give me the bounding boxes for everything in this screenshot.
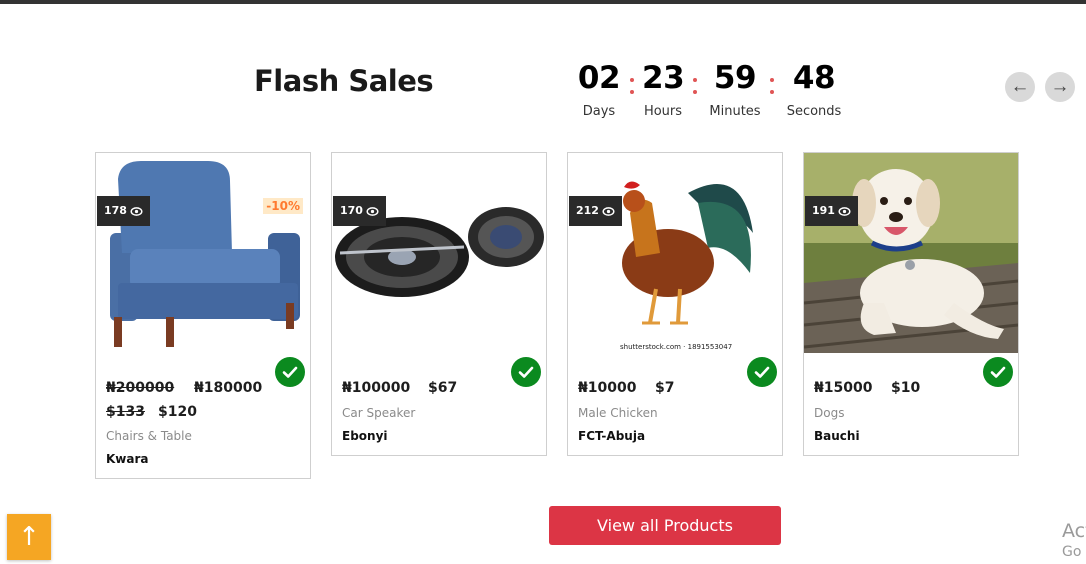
eye-icon (366, 206, 379, 216)
countdown-seconds: 48 Seconds (784, 58, 844, 119)
rooster-image (613, 181, 753, 325)
product-image-chicken[interactable]: shutterstock.com · 1891553047 212 (568, 153, 782, 353)
product-category: Car Speaker (342, 406, 416, 420)
arrow-up-icon: ↑ (18, 522, 40, 552)
verified-check-icon (511, 357, 541, 387)
product-location: Ebonyi (342, 429, 388, 443)
product-category: Male Chicken (578, 406, 658, 420)
countdown-separator (630, 78, 636, 102)
arrow-right-icon: → (1050, 76, 1070, 97)
countdown-minutes: 59 Minutes (708, 58, 762, 119)
eye-icon (130, 206, 143, 216)
discount-badge: -10% (263, 198, 303, 214)
image-watermark: shutterstock.com · 1891553047 (620, 343, 733, 351)
scroll-to-top-button[interactable]: ↑ (7, 514, 51, 560)
product-card[interactable]: 170 ₦100000 $67 Car Speaker Ebonyi (331, 152, 547, 456)
dog-image (804, 153, 1018, 353)
eye-icon (602, 206, 615, 216)
windows-activation-watermark: Act Go t (1062, 520, 1086, 562)
countdown-timer: 02 Days 23 Hours 59 Minutes 48 Seconds (576, 58, 846, 120)
view-all-products-button[interactable]: View all Products (549, 506, 781, 545)
activation-line-2: Go t (1062, 544, 1086, 560)
product-card[interactable]: 178 -10% ₦200000 ₦180000 $133 $120 Chair… (95, 152, 311, 479)
countdown-separator (693, 78, 699, 102)
arrow-left-icon: ← (1010, 76, 1030, 97)
product-category: Dogs (814, 406, 845, 420)
price-naira: ₦10000 (578, 380, 637, 396)
price-naira: ₦15000 (814, 380, 873, 396)
views-count: 212 (576, 204, 599, 217)
price-usd: $10 (891, 380, 921, 396)
countdown-hours-label: Hours (643, 104, 683, 119)
product-category: Chairs & Table (106, 429, 192, 443)
price-usd: $120 (158, 404, 197, 420)
countdown-days: 02 Days (576, 58, 622, 119)
views-badge: 212 (569, 196, 622, 226)
product-image-chair[interactable]: 178 -10% (96, 153, 310, 353)
product-location: Kwara (106, 452, 149, 466)
views-badge: 191 (805, 196, 858, 226)
product-location: Bauchi (814, 429, 860, 443)
prev-button[interactable]: ← (1005, 72, 1035, 102)
verified-check-icon (983, 357, 1013, 387)
section-title: Flash Sales (254, 64, 434, 98)
views-count: 178 (104, 204, 127, 217)
countdown-minutes-value: 59 (713, 60, 757, 96)
views-count: 191 (812, 204, 835, 217)
countdown-hours-value: 23 (642, 60, 685, 96)
verified-check-icon (747, 357, 777, 387)
views-count: 170 (340, 204, 363, 217)
product-card[interactable]: shutterstock.com · 1891553047 212 ₦10000… (567, 152, 783, 456)
product-image-speaker[interactable]: 170 (332, 153, 546, 353)
countdown-days-label: Days (582, 104, 616, 119)
price-usd: $7 (655, 380, 675, 396)
next-button[interactable]: → (1045, 72, 1075, 102)
old-price-naira: ₦200000 (106, 380, 175, 396)
countdown-separator (770, 78, 776, 102)
price-usd: $67 (428, 380, 458, 396)
price-row: ₦100000 $67 (342, 380, 536, 396)
price-naira: ₦180000 (194, 380, 263, 396)
price-naira: ₦100000 (342, 380, 411, 396)
product-location: FCT-Abuja (578, 429, 646, 443)
price-row: ₦10000 $7 (578, 380, 772, 396)
countdown-seconds-value: 48 (792, 60, 836, 96)
activation-line-1: Act (1062, 520, 1086, 542)
countdown-minutes-label: Minutes (709, 104, 761, 119)
countdown-seconds-label: Seconds (786, 104, 842, 119)
product-image-dog[interactable]: 191 (804, 153, 1018, 353)
price-row: ₦15000 $10 (814, 380, 1008, 396)
views-badge: 178 (97, 196, 150, 226)
eye-icon (838, 206, 851, 216)
verified-check-icon (275, 357, 305, 387)
price-row-naira: ₦200000 ₦180000 (106, 380, 300, 396)
price-row-usd: $133 $120 (106, 404, 300, 420)
countdown-hours: 23 Hours (642, 58, 685, 119)
views-badge: 170 (333, 196, 386, 226)
countdown-days-value: 02 (577, 60, 621, 96)
top-border (0, 0, 1086, 4)
armchair-image (110, 161, 300, 347)
old-price-usd: $133 (106, 404, 145, 420)
product-card[interactable]: 191 ₦15000 $10 Dogs Bauchi (803, 152, 1019, 456)
car-speaker-image (335, 207, 544, 297)
